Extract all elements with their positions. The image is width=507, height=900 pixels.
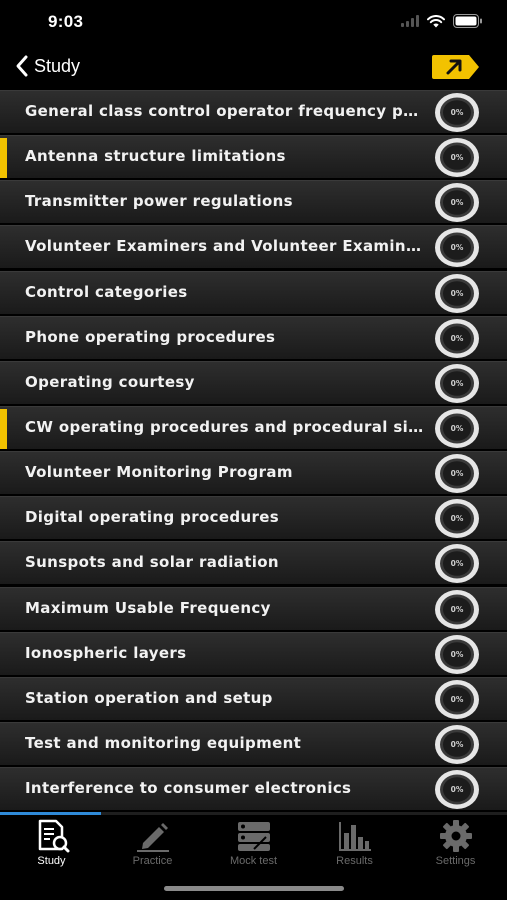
topic-label: Volunteer Examiners and Volunteer Examin… xyxy=(25,237,425,256)
bookmark-marker xyxy=(0,408,7,449)
topic-row[interactable]: Antenna structure limitations 0% xyxy=(0,135,507,179)
chevron-left-icon xyxy=(16,55,28,77)
topic-row[interactable]: Operating courtesy 0% xyxy=(0,360,507,404)
share-button[interactable] xyxy=(431,53,481,81)
topic-label: Phone operating procedures xyxy=(25,327,276,346)
bookmark-marker xyxy=(0,138,7,179)
topic-label: Antenna structure limitations xyxy=(25,147,286,166)
tab-results[interactable]: Results xyxy=(304,819,405,871)
topic-row[interactable]: General class control operator frequency… xyxy=(0,90,507,133)
progress-ring-icon: 0% xyxy=(435,228,479,268)
tab-bar: Study Practice Mock test Results Setting… xyxy=(0,815,507,900)
tab-study[interactable]: Study xyxy=(1,819,102,871)
progress-ring-icon: 0% xyxy=(435,183,479,223)
topic-label: Control categories xyxy=(25,282,188,301)
home-indicator xyxy=(164,886,344,891)
progress-ring-icon: 0% xyxy=(435,679,479,719)
progress-ring-icon: 0% xyxy=(435,273,479,313)
nav-bar: Study xyxy=(0,46,507,90)
tab-mock-test[interactable]: Mock test xyxy=(203,819,304,871)
progress-ring-icon: 0% xyxy=(435,93,479,132)
topic-list[interactable]: General class control operator frequency… xyxy=(0,90,507,812)
progress-text: 0% xyxy=(451,695,464,704)
topic-row[interactable]: Test and monitoring equipment 0% xyxy=(0,721,507,765)
progress-text: 0% xyxy=(451,334,464,343)
tab-label: Results xyxy=(336,855,373,867)
topic-label: Digital operating procedures xyxy=(25,508,280,527)
progress-ring-icon: 0% xyxy=(435,589,479,629)
status-bar: 9:03 xyxy=(0,0,507,46)
progress-text: 0% xyxy=(451,108,464,117)
progress-text: 0% xyxy=(451,740,464,749)
progress-ring-icon: 0% xyxy=(435,138,479,178)
progress-text: 0% xyxy=(451,514,464,523)
progress-text: 0% xyxy=(451,424,464,433)
progress-ring-icon: 0% xyxy=(435,363,479,403)
topic-label: CW operating procedures and procedural s… xyxy=(25,417,425,436)
topic-row[interactable]: Digital operating procedures 0% xyxy=(0,496,507,540)
study-icon xyxy=(38,819,69,853)
progress-ring-icon: 0% xyxy=(435,454,479,494)
topic-label: Transmitter power regulations xyxy=(25,192,293,211)
progress-text: 0% xyxy=(451,469,464,478)
topic-row[interactable]: Control categories 0% xyxy=(0,270,507,314)
progress-text: 0% xyxy=(451,560,464,569)
back-button[interactable]: Study xyxy=(14,54,80,78)
wifi-icon xyxy=(427,14,445,27)
progress-ring-icon: 0% xyxy=(435,544,479,584)
status-icons xyxy=(401,14,483,28)
progress-text: 0% xyxy=(451,244,464,253)
progress-text: 0% xyxy=(451,605,464,614)
progress-ring-icon: 0% xyxy=(435,408,479,448)
tab-settings[interactable]: Settings xyxy=(405,819,506,871)
tab-label: Settings xyxy=(435,855,476,867)
topic-row[interactable]: Volunteer Examiners and Volunteer Examin… xyxy=(0,225,507,269)
progress-ring-icon: 0% xyxy=(435,499,479,539)
topic-label: Sunspots and solar radiation xyxy=(25,553,279,572)
progress-ring-icon: 0% xyxy=(435,724,479,764)
progress-text: 0% xyxy=(451,785,464,794)
topic-row[interactable]: CW operating procedures and procedural s… xyxy=(0,405,507,449)
topic-label: Station operation and setup xyxy=(25,688,273,707)
progress-ring-icon: 0% xyxy=(435,318,479,358)
progress-text: 0% xyxy=(451,379,464,388)
tab-practice[interactable]: Practice xyxy=(102,819,203,871)
topic-row[interactable]: Sunspots and solar radiation 0% xyxy=(0,541,507,585)
topic-label: Test and monitoring equipment xyxy=(25,733,302,752)
topic-label: Volunteer Monitoring Program xyxy=(25,463,293,482)
topic-label: General class control operator frequency… xyxy=(25,102,425,120)
status-time: 9:03 xyxy=(48,12,84,31)
topic-row[interactable]: Volunteer Monitoring Program 0% xyxy=(0,451,507,495)
tab-label: Study xyxy=(37,855,66,867)
pencil-icon xyxy=(136,823,169,852)
topic-row[interactable]: Transmitter power regulations 0% xyxy=(0,180,507,224)
signal-icon xyxy=(401,15,419,27)
share-arrow-icon xyxy=(432,55,479,79)
tab-label: Practice xyxy=(132,855,173,867)
mock-test-icon xyxy=(237,822,270,851)
topic-row[interactable]: Maximum Usable Frequency 0% xyxy=(0,586,507,630)
topic-label: Operating courtesy xyxy=(25,372,195,391)
topic-row[interactable]: Ionospheric layers 0% xyxy=(0,631,507,675)
gear-icon xyxy=(439,820,472,852)
topic-row[interactable]: Station operation and setup 0% xyxy=(0,676,507,720)
progress-text: 0% xyxy=(451,650,464,659)
topic-label: Ionospheric layers xyxy=(25,643,187,662)
tab-label: Mock test xyxy=(229,855,278,867)
topic-label: Maximum Usable Frequency xyxy=(25,598,271,617)
back-label: Study xyxy=(34,55,81,76)
progress-ring-icon: 0% xyxy=(435,770,479,810)
progress-text: 0% xyxy=(451,198,464,207)
bar-chart-icon xyxy=(338,822,371,851)
progress-text: 0% xyxy=(451,153,464,162)
battery-icon xyxy=(453,14,482,28)
progress-text: 0% xyxy=(451,289,464,298)
topic-row[interactable]: Interference to consumer electronics 0% xyxy=(0,767,507,811)
progress-ring-icon: 0% xyxy=(435,634,479,674)
topic-row[interactable]: Phone operating procedures 0% xyxy=(0,315,507,359)
topic-label: Interference to consumer electronics xyxy=(25,779,352,798)
